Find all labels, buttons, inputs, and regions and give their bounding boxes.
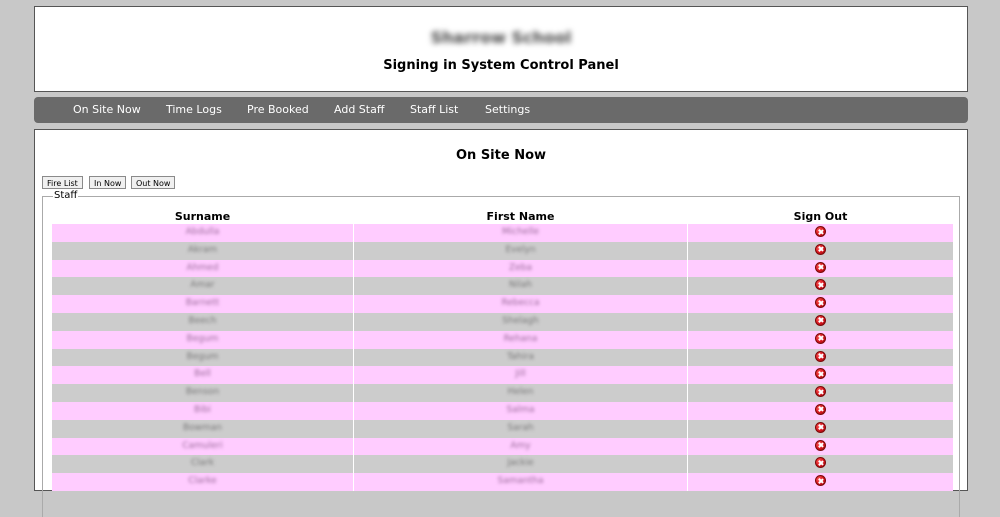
cell-surname: Bell <box>194 369 211 380</box>
cell-sign-out <box>688 295 953 313</box>
cell-sign-out <box>688 331 953 349</box>
sign-out-icon[interactable] <box>815 386 826 398</box>
table-row: Ahmed Zeba <box>52 259 953 278</box>
cell-surname: Camuleri <box>182 440 223 451</box>
cell-sign-out <box>688 349 953 367</box>
cell-surname: Ahmed <box>186 262 219 273</box>
staff-table-body: Abdulla Michelle Akram Evelyn Ahmed Zeba Amar N… <box>52 224 953 491</box>
sign-out-icon[interactable] <box>815 332 826 344</box>
sign-out-icon[interactable] <box>815 314 826 326</box>
nav-item-pre-booked[interactable]: Pre Booked <box>247 97 309 123</box>
cell-surname: Bibi <box>194 404 211 415</box>
table-row: Amar Nilah <box>52 277 953 296</box>
cell-sign-out <box>688 402 953 420</box>
header-panel: Sharrow School Signing in System Control… <box>34 6 968 92</box>
cell-sign-out <box>688 277 953 295</box>
sign-out-icon[interactable] <box>815 457 826 469</box>
cell-surname: Abdulla <box>185 227 220 237</box>
cell-first-name: Rehana <box>503 333 538 344</box>
fire-list-button[interactable]: Fire List <box>42 176 83 189</box>
cell-sign-out <box>688 224 953 242</box>
cell-surname: Benson <box>185 387 220 398</box>
cell-first-name: Evelyn <box>505 244 536 255</box>
sign-out-icon[interactable] <box>815 297 826 309</box>
cell-sign-out <box>688 455 953 473</box>
cell-first-name: Nilah <box>509 280 532 291</box>
sign-out-icon[interactable] <box>815 226 826 237</box>
cell-first-name: Shelagh <box>502 315 539 326</box>
panel-title: Signing in System Control Panel <box>383 58 619 73</box>
table-row: Abdulla Michelle <box>52 224 953 242</box>
cell-first-name: Tahira <box>507 351 534 362</box>
table-row: Barnett Rebecca <box>52 295 953 313</box>
out-now-button[interactable]: Out Now <box>131 176 176 189</box>
in-now-button[interactable]: In Now <box>89 176 127 189</box>
nav-bar: On Site Now Time Logs Pre Booked Add Sta… <box>34 97 968 123</box>
cell-first-name: Jackie <box>507 458 534 469</box>
cell-first-name: Helen <box>507 387 534 398</box>
column-header-sign-out: Sign Out <box>793 210 848 223</box>
cell-first-name: Amy <box>510 440 531 451</box>
column-header-first-name: First Name <box>486 210 555 223</box>
table-row: Clark Jackie <box>52 455 953 474</box>
cell-surname: Akram <box>187 244 218 255</box>
sign-out-icon[interactable] <box>815 350 826 362</box>
table-row: Bowman Sarah <box>52 419 953 438</box>
cell-sign-out <box>688 313 953 331</box>
cell-surname: Begum <box>186 351 219 362</box>
cell-surname: Begum <box>186 333 219 344</box>
table-row: Clarke Samantha <box>52 473 953 491</box>
staff-section: Staff Surname First Name Sign Out Abdull… <box>42 190 960 517</box>
nav-item-add-staff[interactable]: Add Staff <box>334 97 384 123</box>
sign-out-icon[interactable] <box>815 403 826 415</box>
nav-item-staff-list[interactable]: Staff List <box>410 97 458 123</box>
school-name: Sharrow School <box>430 28 572 47</box>
cell-first-name: Rebecca <box>501 298 540 309</box>
sign-out-icon[interactable] <box>815 279 826 291</box>
table-row: Beech Shelagh <box>52 312 953 331</box>
page-title: On Site Now <box>455 148 547 163</box>
table-row: Camuleri Amy <box>52 437 953 456</box>
cell-first-name: Jill <box>515 369 526 380</box>
cell-surname: Clarke <box>188 476 217 487</box>
cell-sign-out <box>688 366 953 384</box>
cell-surname: Clark <box>190 458 215 469</box>
cell-first-name: Sarah <box>507 422 534 433</box>
cell-first-name: Salma <box>506 404 535 415</box>
cell-sign-out <box>688 420 953 438</box>
sign-out-icon[interactable] <box>815 261 826 273</box>
nav-item-on-site-now[interactable]: On Site Now <box>73 97 141 123</box>
cell-sign-out <box>688 260 953 278</box>
cell-sign-out <box>688 473 953 491</box>
cell-sign-out <box>688 438 953 456</box>
cell-surname: Bowman <box>182 422 223 433</box>
cell-sign-out <box>688 242 953 260</box>
cell-surname: Amar <box>190 280 215 291</box>
cell-first-name: Michelle <box>502 227 539 237</box>
table-row: Bibi Salma <box>52 401 953 420</box>
nav-item-settings[interactable]: Settings <box>485 97 530 123</box>
sign-out-icon[interactable] <box>815 368 826 380</box>
cell-first-name: Zeba <box>509 262 532 273</box>
cell-surname: Beech <box>188 315 217 326</box>
table-header: Surname First Name Sign Out <box>52 210 953 224</box>
sign-out-icon[interactable] <box>815 421 826 433</box>
sign-out-icon[interactable] <box>815 439 826 451</box>
cell-sign-out <box>688 384 953 402</box>
nav-item-time-logs[interactable]: Time Logs <box>166 97 222 123</box>
staff-section-legend: Staff <box>53 190 79 202</box>
column-header-surname: Surname <box>174 210 231 223</box>
table-row: Akram Evelyn <box>52 241 953 260</box>
table-row: Begum Tahira <box>52 348 953 367</box>
table-row: Benson Helen <box>52 384 953 402</box>
cell-first-name: Samantha <box>497 476 544 487</box>
sign-out-icon[interactable] <box>815 243 826 255</box>
table-row: Begum Rehana <box>52 330 953 349</box>
table-row: Bell Jill <box>52 366 953 385</box>
content-panel: On Site Now Fire List In Now Out Now Sta… <box>34 129 968 517</box>
cell-surname: Barnett <box>185 298 220 309</box>
